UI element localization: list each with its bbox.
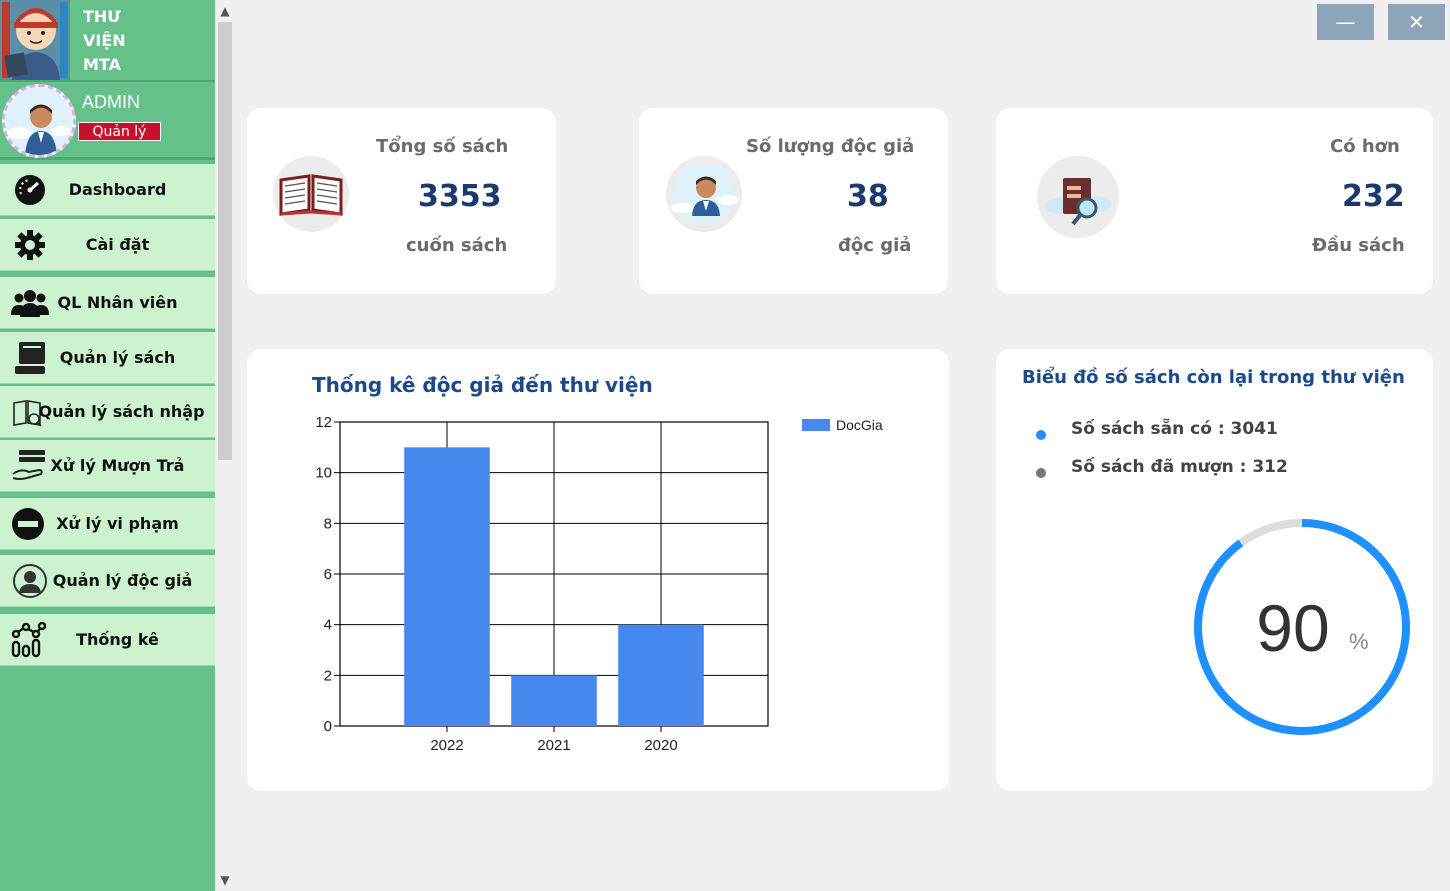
y-tick-label: 6 — [324, 566, 332, 583]
stat-title: Tổng số sách — [376, 136, 509, 157]
stat-value: 232 — [1342, 179, 1405, 214]
stat-card-total-books: Tổng số sách 3353 cuốn sách — [247, 108, 556, 294]
logo-line: MTA — [83, 55, 121, 74]
sidebar-item-label: QL Nhân viên — [57, 293, 178, 312]
sidebar-item-settings[interactable]: Cài đặt — [0, 219, 215, 271]
app-logo-text: THƯ VIỆN MTA — [83, 5, 126, 77]
progress-gauge: 90 % — [1194, 519, 1410, 735]
gauge-value: 90 — [1256, 591, 1329, 665]
vertical-scrollbar[interactable]: ▲ ▼ — [216, 0, 234, 891]
sidebar-item-book-import[interactable]: Quản lý sách nhập — [0, 386, 215, 438]
scroll-down-arrow-icon[interactable]: ▼ — [216, 871, 234, 891]
book-search-icon — [1037, 156, 1119, 238]
bar-chart-card: Thống kê độc giả đến thư viện 0 2 4 6 8 10 12 2… — [247, 349, 949, 791]
y-tick-label: 0 — [324, 718, 332, 735]
stat-title: Có hơn — [1330, 136, 1400, 157]
sidebar-item-staff[interactable]: QL Nhân viên — [0, 277, 215, 329]
legend-swatch — [802, 419, 830, 431]
stat-card-titles: Có hơn 232 Đầu sách — [996, 108, 1433, 294]
sidebar-item-label: Quản lý sách nhập — [38, 402, 205, 421]
sidebar-item-violations[interactable]: Xử lý vi phạm — [0, 498, 215, 550]
sidebar-item-dashboard[interactable]: Dashboard — [0, 164, 215, 216]
stat-subtitle: độc giả — [838, 235, 912, 256]
stat-title: Số lượng độc giả — [746, 136, 915, 157]
legend-label: DocGia — [836, 417, 883, 433]
stat-value: 38 — [847, 179, 889, 214]
gauge-unit: % — [1349, 629, 1369, 654]
scroll-thumb[interactable] — [218, 22, 232, 460]
sidebar-item-label: Xử lý vi phạm — [56, 514, 179, 533]
sidebar-item-readers[interactable]: Quản lý độc giả — [0, 555, 215, 607]
x-tick-label: 2021 — [537, 737, 570, 754]
gauge-card: Biểu đồ số sách còn lại trong thư viện S… — [996, 349, 1433, 791]
y-tick-label: 10 — [315, 465, 332, 482]
sidebar-item-statistics[interactable]: Thống kê — [0, 614, 215, 666]
stat-subtitle: Đầu sách — [1312, 235, 1405, 256]
y-tick-label: 8 — [324, 515, 332, 532]
librarian-logo-icon — [0, 0, 70, 80]
user-role-badge: Quản lý — [78, 122, 161, 141]
x-tick-label: 2022 — [430, 737, 463, 754]
avatar[interactable] — [2, 84, 76, 158]
reader-person-icon — [666, 156, 742, 232]
sidebar-item-label: Quản lý độc giả — [52, 571, 193, 590]
scroll-up-arrow-icon[interactable]: ▲ — [216, 0, 234, 20]
bar — [511, 675, 597, 726]
x-tick-label: 2020 — [644, 737, 677, 754]
logo-line: THƯ — [83, 7, 121, 26]
sidebar-item-label: Dashboard — [68, 180, 167, 199]
y-tick-label: 12 — [315, 414, 332, 431]
sidebar-item-label: Xử lý Mượn Trả — [50, 456, 185, 475]
sidebar-item-label: Thống kê — [76, 630, 159, 649]
logo-area: THƯ VIỆN MTA — [0, 0, 215, 82]
minimize-button[interactable]: — — [1317, 4, 1374, 40]
y-tick-label: 4 — [324, 617, 332, 634]
close-button[interactable]: ✕ — [1388, 4, 1445, 40]
sidebar: THƯ VIỆN MTA ADMIN Quản lý Dashboard Cài… — [0, 0, 215, 891]
bar — [404, 447, 490, 726]
y-tick-label: 2 — [324, 667, 332, 684]
open-book-icon — [273, 156, 349, 232]
sidebar-item-label: Quản lý sách — [59, 348, 176, 367]
stat-value: 3353 — [418, 179, 502, 214]
logo-line: VIỆN — [83, 31, 126, 50]
admin-avatar-icon — [5, 87, 73, 155]
stat-subtitle: cuốn sách — [406, 235, 508, 256]
sidebar-item-books[interactable]: Quản lý sách — [0, 332, 215, 384]
user-area: ADMIN Quản lý — [0, 84, 215, 160]
sidebar-item-label: Cài đặt — [85, 235, 150, 254]
stat-card-readers: Số lượng độc giả 38 độc giả — [639, 108, 948, 294]
bar — [618, 624, 704, 726]
user-name: ADMIN — [82, 92, 140, 112]
bar-chart: 0 2 4 6 8 10 12 2022 2021 2020 DocGia — [315, 414, 883, 754]
sidebar-item-borrow-return[interactable]: Xử lý Mượn Trả — [0, 440, 215, 492]
